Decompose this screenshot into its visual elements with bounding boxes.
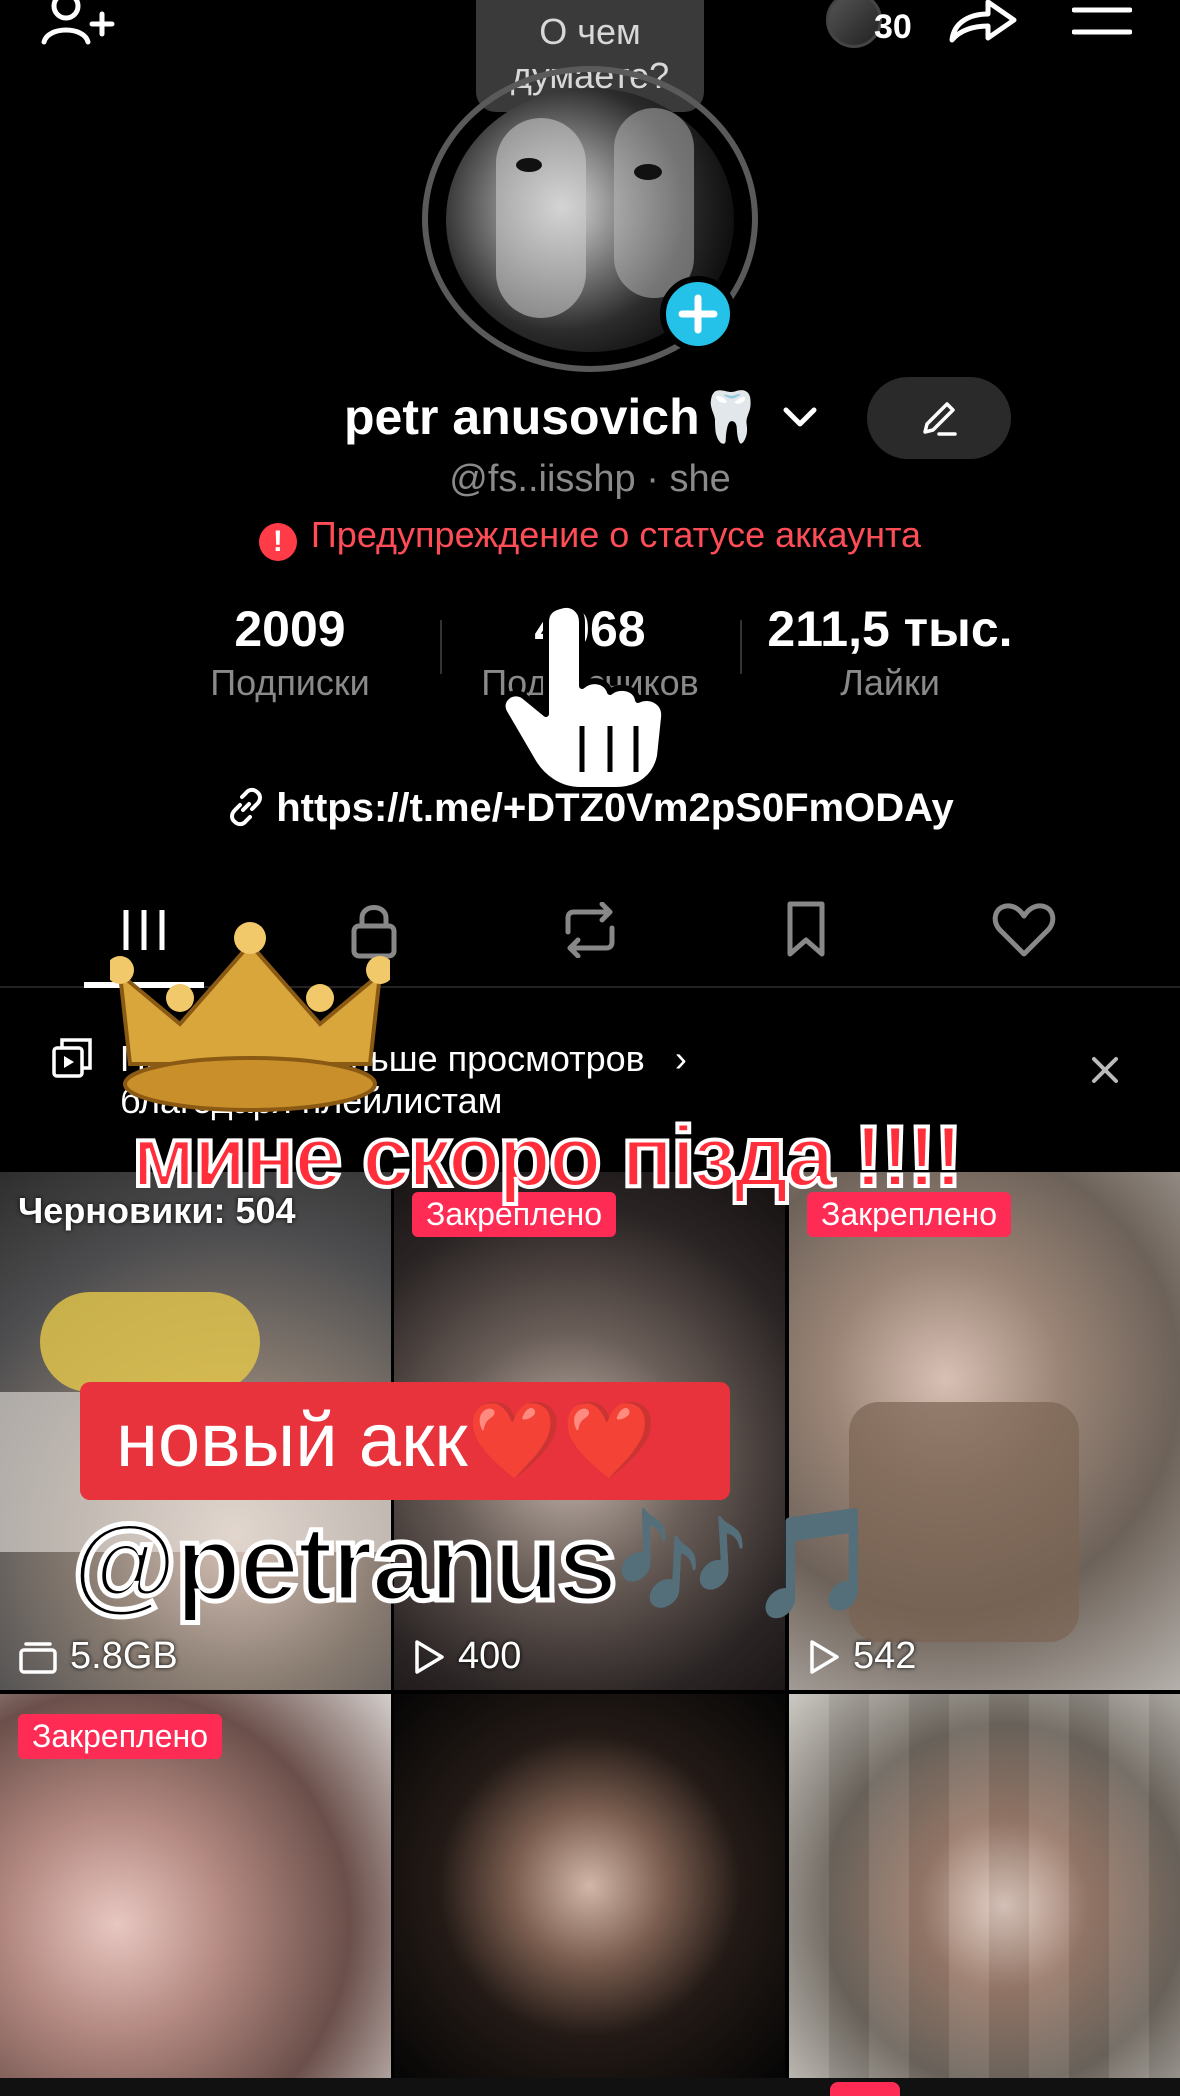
warning-text: Предупреждение о статусе аккаунта bbox=[310, 514, 922, 555]
pointing-hand-sticker bbox=[499, 602, 668, 793]
menu-button[interactable] bbox=[1071, 4, 1133, 49]
view-count-text: 400 bbox=[458, 1635, 522, 1677]
pinned-badge: Закреплено bbox=[18, 1714, 222, 1759]
tab-liked[interactable] bbox=[964, 890, 1084, 970]
new-handle-caption: @petranus🎶🎵 bbox=[69, 1500, 884, 1626]
divider bbox=[740, 620, 742, 674]
stat-likes-label: Лайки bbox=[840, 662, 940, 703]
repost-icon bbox=[565, 902, 615, 958]
new-account-text: новый акк❤️❤️ bbox=[116, 1398, 657, 1483]
view-count-text: 542 bbox=[853, 1635, 917, 1677]
bookmark-icon bbox=[787, 901, 825, 957]
playlist-icon bbox=[52, 1038, 92, 1078]
drafts-size-text: 5.8GB bbox=[70, 1635, 178, 1677]
story-count: 30 bbox=[874, 8, 912, 46]
hamburger-menu-icon bbox=[1071, 7, 1133, 35]
crown-sticker bbox=[110, 922, 390, 1112]
heart-icon bbox=[992, 903, 1056, 957]
account-status-warning[interactable]: ! Предупреждение о статусе аккаунта bbox=[0, 514, 1180, 561]
tab-reposts[interactable] bbox=[530, 890, 650, 970]
chevron-down-icon[interactable] bbox=[780, 402, 820, 432]
bio-link[interactable]: https://t.me/+DTZ0Vm2pS0FmODAy bbox=[0, 786, 1180, 831]
share-button[interactable] bbox=[948, 0, 1018, 51]
new-account-banner: новый акк❤️❤️ bbox=[80, 1382, 730, 1500]
pencil-icon bbox=[923, 402, 957, 436]
edit-profile-button[interactable] bbox=[867, 377, 1011, 459]
warning-icon: ! bbox=[258, 523, 297, 561]
overlay-red-caption: мине скоро пiзда !!!! bbox=[130, 1107, 965, 1207]
drafts-stack-icon bbox=[19, 1641, 57, 1674]
grid-item-video-1[interactable] bbox=[394, 1694, 785, 2078]
handle-pronouns: @fs..iisshp · she bbox=[449, 458, 731, 500]
stat-likes-value: 211,5 тыс. bbox=[767, 601, 1013, 657]
view-count: 542 bbox=[807, 1635, 916, 1678]
view-count: 400 bbox=[412, 1635, 521, 1678]
person-plus-icon bbox=[41, 0, 115, 45]
stat-following-label: Подписки bbox=[210, 662, 370, 703]
plus-icon bbox=[678, 294, 718, 334]
close-banner-button[interactable] bbox=[1090, 1050, 1120, 1095]
drafts-size: 5.8GB bbox=[18, 1635, 178, 1678]
add-friend-button[interactable] bbox=[40, 0, 116, 51]
chevron-right-icon: › bbox=[674, 1038, 687, 1079]
stat-following[interactable]: 2009 Подписки bbox=[170, 600, 410, 704]
divider bbox=[440, 620, 442, 674]
stat-likes[interactable]: 211,5 тыс. Лайки bbox=[750, 600, 1030, 704]
bio-link-text: https://t.me/+DTZ0Vm2pS0FmODAy bbox=[276, 786, 954, 830]
close-icon bbox=[1092, 1057, 1118, 1083]
play-icon bbox=[810, 1639, 839, 1674]
play-icon bbox=[415, 1639, 444, 1674]
stat-following-value: 2009 bbox=[234, 601, 346, 657]
add-story-button[interactable] bbox=[660, 276, 736, 352]
grid-item-pinned-3[interactable]: Закреплено bbox=[0, 1694, 391, 2078]
create-button[interactable] bbox=[830, 2082, 900, 2096]
share-arrow-icon bbox=[949, 0, 1017, 43]
tab-favorites[interactable] bbox=[746, 890, 866, 970]
display-name: petr anusovich🦷 bbox=[344, 389, 762, 445]
link-icon bbox=[230, 787, 263, 827]
grid-item-video-2[interactable] bbox=[789, 1694, 1180, 2078]
bottom-nav-bar bbox=[0, 2078, 1180, 2096]
